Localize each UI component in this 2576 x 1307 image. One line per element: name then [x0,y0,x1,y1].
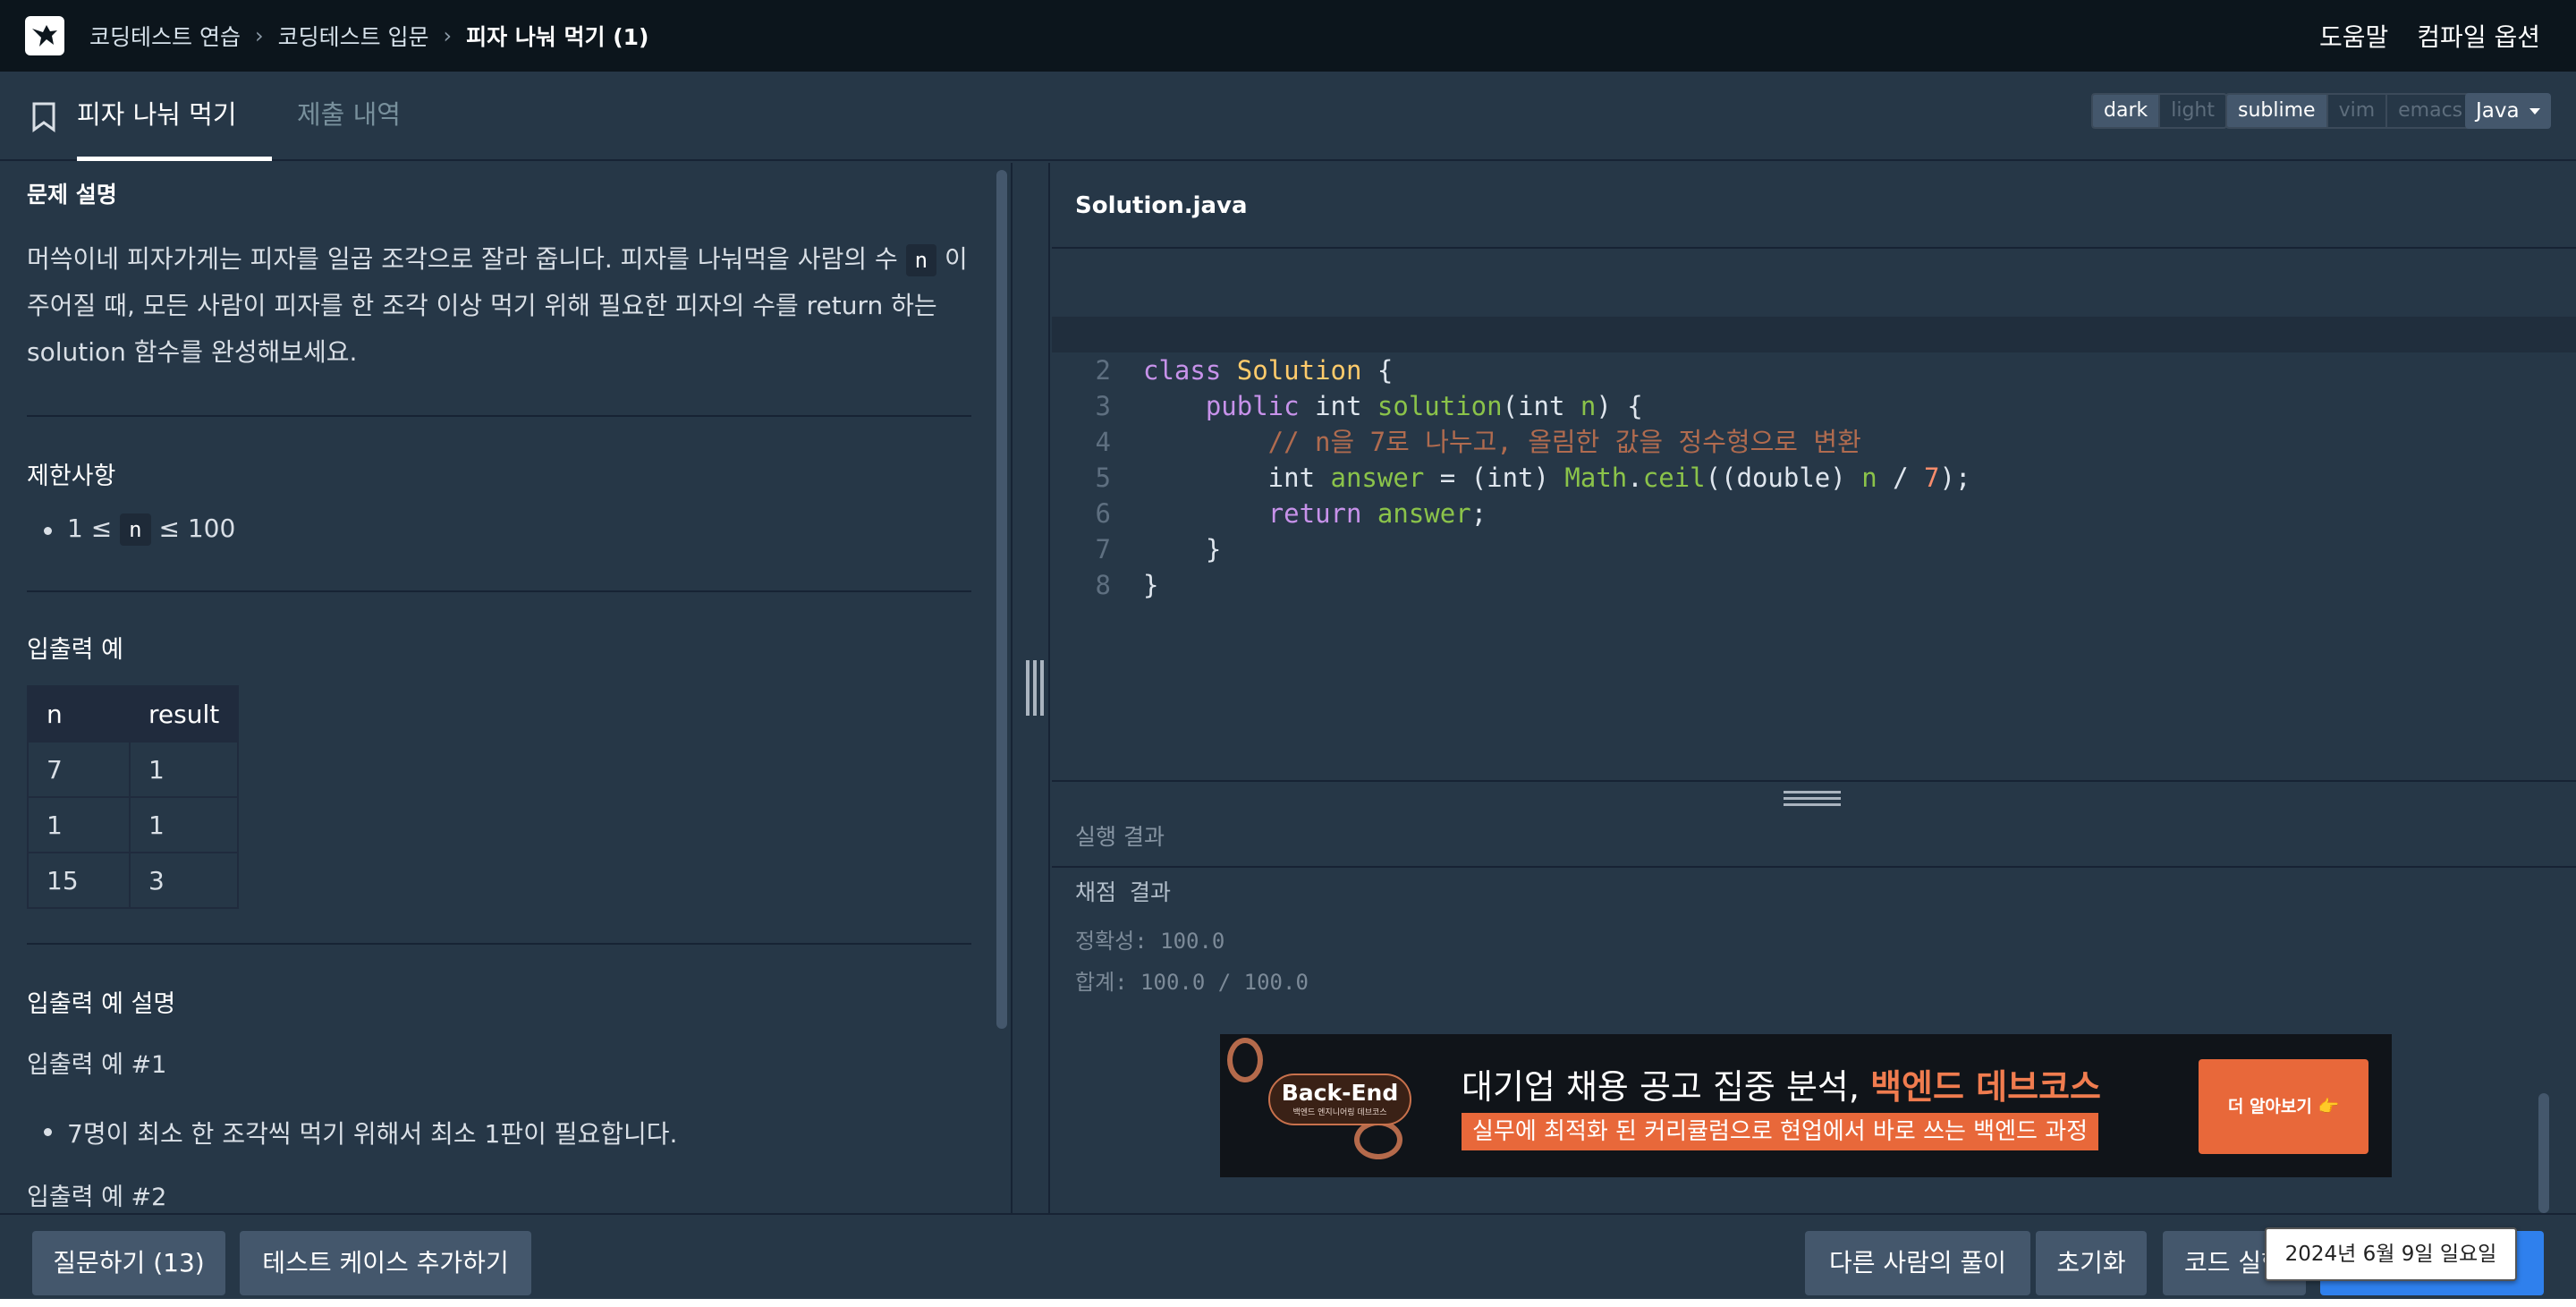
table-cell: 1 [128,741,240,798]
keymap-emacs-button[interactable]: emacs [2387,95,2474,127]
help-link[interactable]: 도움말 [2319,18,2388,54]
ad-badge: Back-End 백엔드 엔지니어링 데브코스 [1268,1074,1411,1125]
example-1-title: 입출력 예 #1 [27,1051,167,1079]
limit-item: 1 ≤ n ≤ 100 [43,513,236,546]
code-line[interactable]: 4 int answer = (int) Math.ceil((double) … [1052,388,2576,493]
code-text: } [1143,570,1159,600]
bottom-action-bar: 질문하기 (13) 테스트 케이스 추가하기 다른 사람의 풀이 초기화 코드 … [0,1213,2576,1299]
result-header: 실행 결과 [1052,780,2576,868]
table-row: 11 [27,796,240,853]
ad-banner[interactable]: Back-End 백엔드 엔지니어링 데브코스 대기업 채용 공고 집중 분석,… [1220,1034,2392,1177]
io-title: 입출력 예 [27,636,123,664]
accuracy-text: 정확성: 100.0 [1075,929,1225,954]
keymap-sublime-button[interactable]: sublime [2227,95,2328,127]
others-solutions-button[interactable]: 다른 사람의 풀이 [1805,1231,2030,1295]
language-select[interactable]: Java [2465,93,2551,129]
chevron-right-icon: › [443,23,453,48]
code-editor[interactable]: 1 class Solution { 2 public int solution… [1052,250,2576,780]
tab-problem[interactable]: 피자 나눠 먹기 (1) [77,72,272,216]
problem-panel: 문제 설명 머쓱이네 피자가게는 피자를 일곱 조각으로 잘라 줍니다. 피자를… [0,163,1011,1213]
chevron-right-icon: › [254,23,264,48]
example-1-text: 7명이 최소 한 조각씩 먹기 위해서 최소 1판이 필요합니다. [43,1115,677,1150]
window-bottom-edge [0,1299,2576,1307]
code-line[interactable]: 8 [1052,531,2576,600]
io-explanation-title: 입출력 예 설명 [27,990,176,1018]
code-line[interactable]: 3 // n을 7로 나누고, 올림한 값을 정수형으로 변환 [1052,352,2576,457]
table-cell: 1 [27,796,131,853]
caret-down-icon [2529,108,2540,115]
code-line[interactable]: 6 } [1052,460,2576,564]
add-test-case-button[interactable]: 테스트 케이스 추가하기 [240,1231,531,1295]
theme-light-button[interactable]: light [2160,95,2225,127]
bookmark-icon[interactable] [30,102,57,136]
keymap-vim-button[interactable]: vim [2327,95,2388,127]
table-row: 71 [27,741,240,798]
grading-title: 채점 결과 [1075,879,1172,905]
line-number: 8 [1095,570,1111,600]
decorative-swirl-icon [1227,1038,1263,1082]
limits-title: 제한사항 [27,463,116,490]
code-line[interactable]: 7 } [1052,496,2576,600]
ad-subtext: 실무에 최적화 된 커리큘럼으로 현업에서 바로 쓰는 백엔드 과정 [1462,1113,2099,1150]
example-2-title: 입출력 예 #2 [27,1184,167,1211]
theme-toggle: dark light [2091,93,2227,129]
theme-dark-button[interactable]: dark [2093,95,2161,127]
problem-scrollbar[interactable] [996,170,1007,1029]
breadcrumb-intro[interactable]: 코딩테스트 입문 [278,20,429,52]
limit-prefix: 1 ≤ [67,513,113,543]
reset-button[interactable]: 초기화 [2036,1231,2147,1295]
breadcrumb-current: 피자 나눠 먹기 (1) [466,24,649,50]
table-cell: 3 [128,852,240,909]
keymap-toggle: sublime vim emacs [2225,93,2476,129]
breadcrumb-practice[interactable]: 코딩테스트 연습 [89,20,241,52]
panel-resizer[interactable] [1011,163,1050,1213]
tab-bar: 피자 나눠 먹기 (1) 제출 내역 dark light sublime vi… [0,72,2576,216]
divider [27,943,971,945]
ad-badge-subtext: 백엔드 엔지니어링 데브코스 [1292,1108,1387,1117]
decorative-swirl-icon [1354,1120,1402,1159]
resize-grip-icon[interactable] [1026,660,1030,716]
table-row: 15 3 [27,852,240,909]
divider [27,590,971,592]
language-value: Java [2476,99,2520,123]
divider [27,415,971,417]
table-header: n [27,685,131,743]
code-line[interactable]: 5 return answer; [1052,424,2576,529]
ad-cta-button[interactable]: 더 알아보기 👉 [2199,1059,2368,1154]
io-table: n result 71 11 15 3 [27,685,240,909]
ad-badge-text: Back-End [1281,1080,1399,1106]
breadcrumb: 코딩테스트 연습 › 코딩테스트 입문 › 피자 나눠 먹기 (1) [89,0,648,72]
table-header-row: n result [27,685,240,743]
table-cell: 15 [27,852,131,909]
result-scrollbar[interactable] [2538,1093,2549,1213]
code-line[interactable]: 2 public int solution(int n) { [1052,317,2576,421]
horizontal-resize-grip-icon[interactable] [1784,791,1841,794]
ad-headline-emphasis: 백엔드 데브코스 [1870,1067,2102,1107]
ask-question-button[interactable]: 질문하기 (13) [32,1231,225,1295]
date-tooltip: 2024년 6월 9일 일요일 [2265,1227,2517,1281]
ad-headline-text: 대기업 채용 공고 집중 분석, [1462,1067,1860,1107]
top-navigation: 코딩테스트 연습 › 코딩테스트 입문 › 피자 나눠 먹기 (1) 도움말 컴… [0,0,2576,72]
compile-options-link[interactable]: 컴파일 옵션 [2417,18,2540,54]
editor-header: Solution.java [1052,163,2576,249]
table-cell: 7 [27,741,131,798]
programmers-logo-icon[interactable] [25,16,64,55]
table-header: result [128,685,240,743]
description-text: 머쓱이네 피자가게는 피자를 일곱 조각으로 잘라 줍니다. 피자를 나눠먹을 … [27,236,975,376]
tab-submissions[interactable]: 제출 내역 [297,72,401,161]
var-n-chip: n [120,513,151,546]
description-part1: 머쓱이네 피자가게는 피자를 일곱 조각으로 잘라 줍니다. 피자를 나눠먹을 … [27,244,898,274]
description-title: 문제 설명 [27,182,117,208]
result-title: 실행 결과 [1075,824,1165,850]
table-cell: 1 [128,796,240,853]
code-line[interactable]: 1 class Solution { [1052,281,2576,386]
limit-suffix: ≤ 100 [158,513,236,543]
file-name: Solution.java [1075,192,1248,219]
var-n-chip: n [905,244,937,276]
ad-headline: 대기업 채용 공고 집중 분석, 백엔드 데브코스 [1462,1059,2101,1108]
total-text: 합계: 100.0 / 100.0 [1075,970,1309,995]
